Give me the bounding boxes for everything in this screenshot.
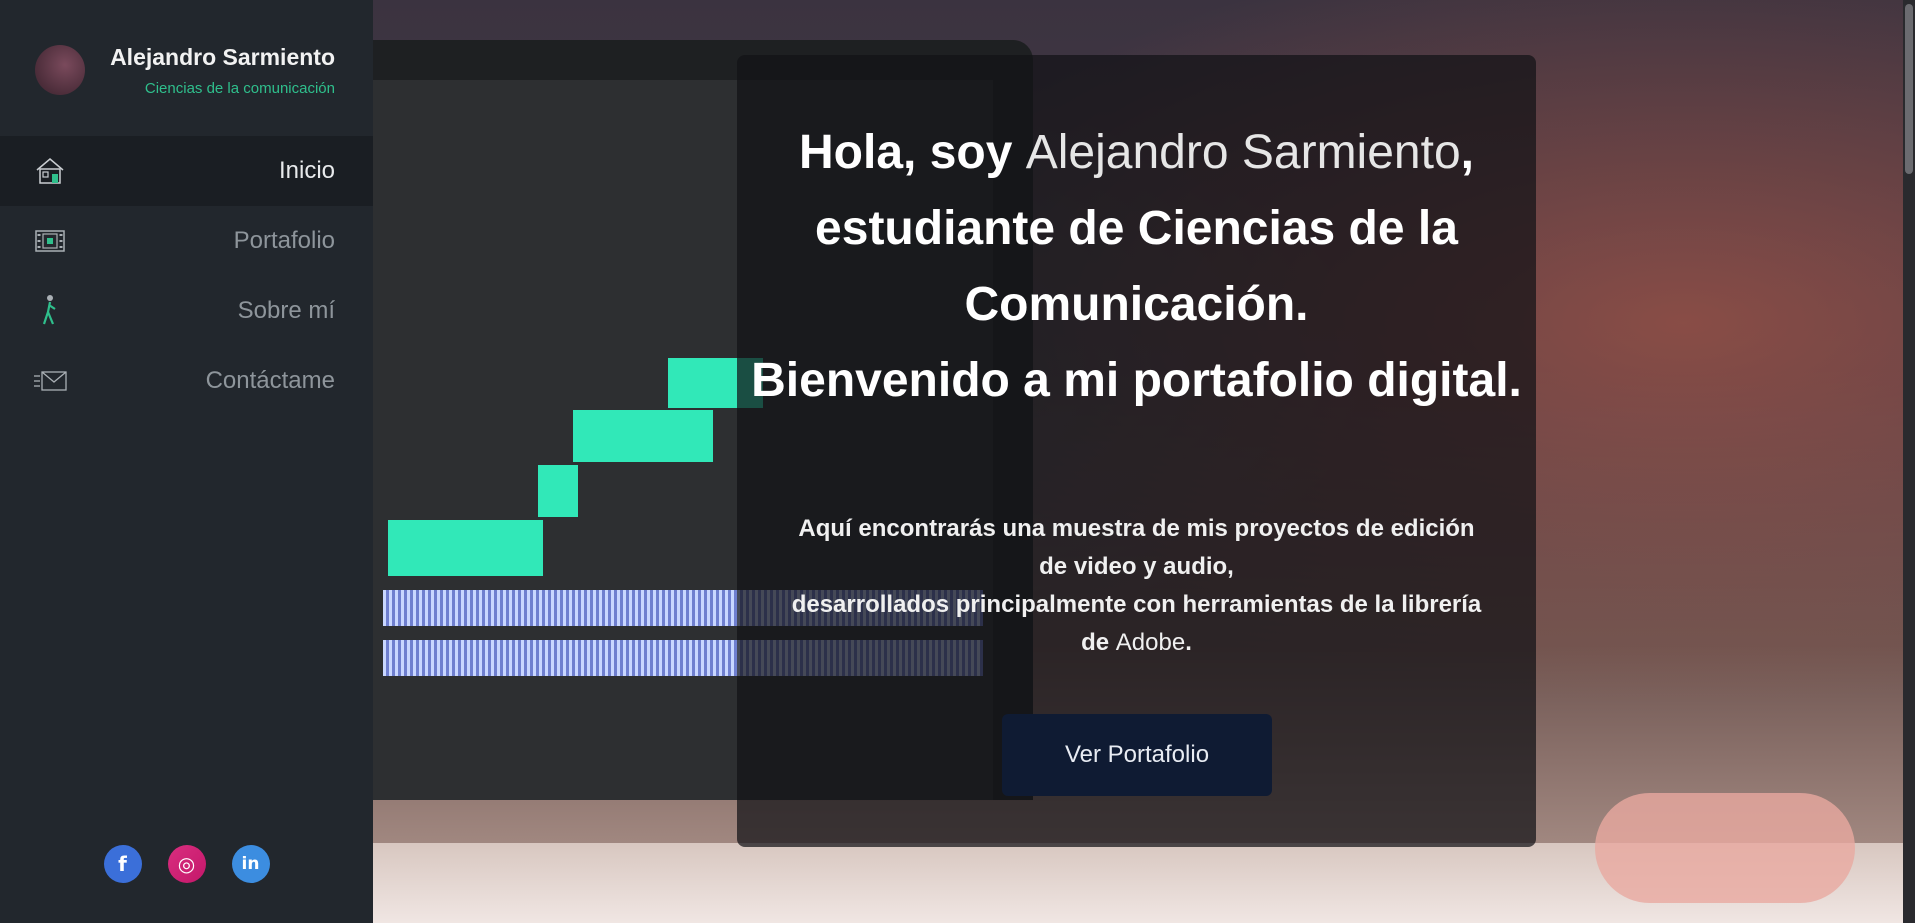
ver-portafolio-button[interactable]: Ver Portafolio (1002, 714, 1272, 796)
hero-headline: Hola, soy Alejandro Sarmiento, estudiant… (751, 126, 1522, 407)
profile-header: Alejandro Sarmiento Ciencias de la comun… (0, 0, 373, 137)
linkedin-icon[interactable]: in (231, 845, 270, 883)
sidebar-item-portafolio[interactable]: Portafolio (0, 206, 373, 276)
social-links: f ◎ in (0, 845, 373, 883)
hero-card: Hola, soy Alejandro Sarmiento, estudiant… (737, 55, 1536, 847)
sidebar-item-label: Sobre mí (237, 297, 335, 324)
scrollbar-thumb[interactable] (1905, 4, 1913, 174)
house-icon (33, 154, 67, 188)
sidebar-item-label: Portafolio (233, 227, 335, 254)
sidebar-item-contactame[interactable]: Contáctame (0, 346, 373, 416)
facebook-icon[interactable]: f (103, 845, 142, 883)
instagram-icon[interactable]: ◎ (167, 845, 206, 883)
sidebar-item-inicio[interactable]: Inicio (0, 136, 373, 206)
sidebar: Alejandro Sarmiento Ciencias de la comun… (0, 0, 373, 923)
sidebar-item-sobre-mi[interactable]: Sobre mí (0, 276, 373, 346)
film-icon (33, 224, 67, 258)
sidebar-item-label: Contáctame (205, 367, 335, 394)
avatar (35, 45, 85, 95)
scrollbar[interactable] (1903, 0, 1915, 923)
hero-name: Alejandro Sarmiento (1025, 126, 1461, 179)
sidebar-item-label: Inicio (278, 157, 335, 184)
walking-person-icon (33, 294, 67, 328)
envelope-icon (33, 364, 67, 398)
hero-description: Aquí encontrarás una muestra de mis proy… (791, 515, 1482, 656)
sidebar-nav: Inicio Portafolio Sobre mí Contáctame (0, 136, 373, 416)
profile-name: Alejandro Sarmiento (110, 44, 335, 70)
profile-subtitle: Ciencias de la comunicación (144, 80, 335, 97)
hand-on-mouse (1595, 793, 1855, 903)
